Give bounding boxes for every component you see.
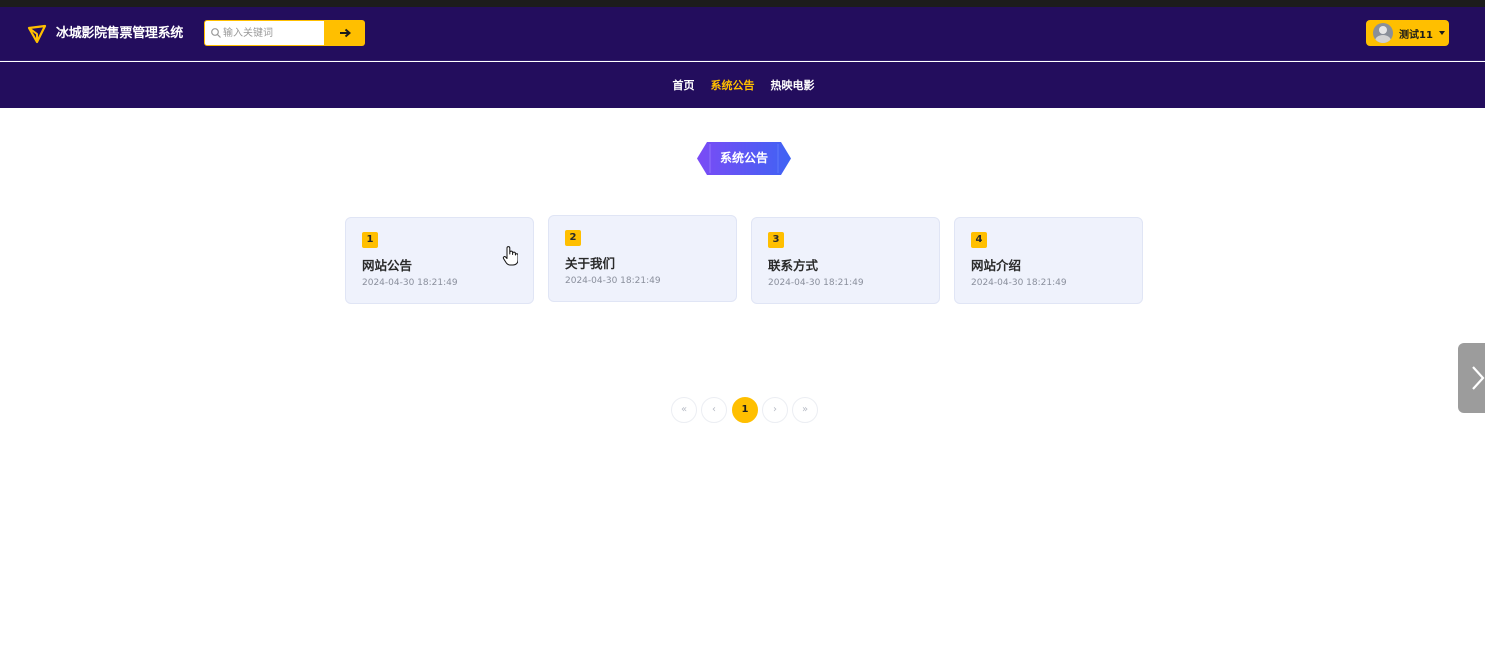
notice-index: 4 <box>971 232 987 248</box>
notice-index: 3 <box>768 232 784 248</box>
pagination-page-1[interactable]: 1 <box>732 397 758 423</box>
section-title-text: 系统公告 <box>719 151 768 165</box>
pagination-last-button[interactable]: » <box>792 397 818 423</box>
notice-date: 2024-04-30 18:21:49 <box>971 278 1067 288</box>
notice-card[interactable]: 3 联系方式 2024-04-30 18:21:49 <box>751 217 940 304</box>
user-name: 测试11 <box>1399 29 1433 41</box>
header: 冰城影院售票管理系统 测试11 <box>0 7 1485 61</box>
nav-item-hot-movies[interactable]: 热映电影 <box>771 77 815 93</box>
notice-date: 2024-04-30 18:21:49 <box>362 278 458 288</box>
pagination-first-button[interactable]: « <box>671 397 697 423</box>
notice-title: 关于我们 <box>565 256 616 271</box>
section-title: 系统公告 <box>697 142 791 175</box>
arrow-right-icon <box>339 28 351 38</box>
nav-item-announcements[interactable]: 系统公告 <box>711 77 755 93</box>
side-drawer-toggle[interactable] <box>1458 343 1485 413</box>
avatar <box>1373 23 1393 43</box>
search-icon <box>211 28 221 38</box>
notice-date: 2024-04-30 18:21:49 <box>768 278 864 288</box>
notice-index: 1 <box>362 232 378 248</box>
search-submit-button[interactable] <box>324 20 365 46</box>
user-menu-button[interactable]: 测试11 <box>1366 20 1449 46</box>
chevron-right-icon <box>1472 366 1485 390</box>
notice-title: 联系方式 <box>768 258 819 273</box>
search-box <box>204 20 325 46</box>
search-bar <box>204 20 365 46</box>
notice-card[interactable]: 2 关于我们 2024-04-30 18:21:49 <box>548 215 737 302</box>
search-input[interactable] <box>223 24 321 42</box>
pagination-next-button[interactable]: › <box>762 397 788 423</box>
notice-title: 网站公告 <box>362 258 413 273</box>
hand-cursor-icon <box>502 246 518 266</box>
notice-index: 2 <box>565 230 581 246</box>
brand-title[interactable]: 冰城影院售票管理系统 <box>56 24 183 44</box>
paper-plane-icon[interactable] <box>27 24 47 44</box>
main-nav: 首页 系统公告 热映电影 <box>0 62 1485 108</box>
nav-item-home[interactable]: 首页 <box>673 77 695 93</box>
pagination-prev-button[interactable]: ‹ <box>701 397 727 423</box>
notice-date: 2024-04-30 18:21:49 <box>565 276 661 286</box>
notice-card[interactable]: 4 网站介绍 2024-04-30 18:21:49 <box>954 217 1143 304</box>
window-top-strip <box>0 0 1485 7</box>
caret-down-icon <box>1438 31 1445 35</box>
notice-title: 网站介绍 <box>971 258 1022 273</box>
